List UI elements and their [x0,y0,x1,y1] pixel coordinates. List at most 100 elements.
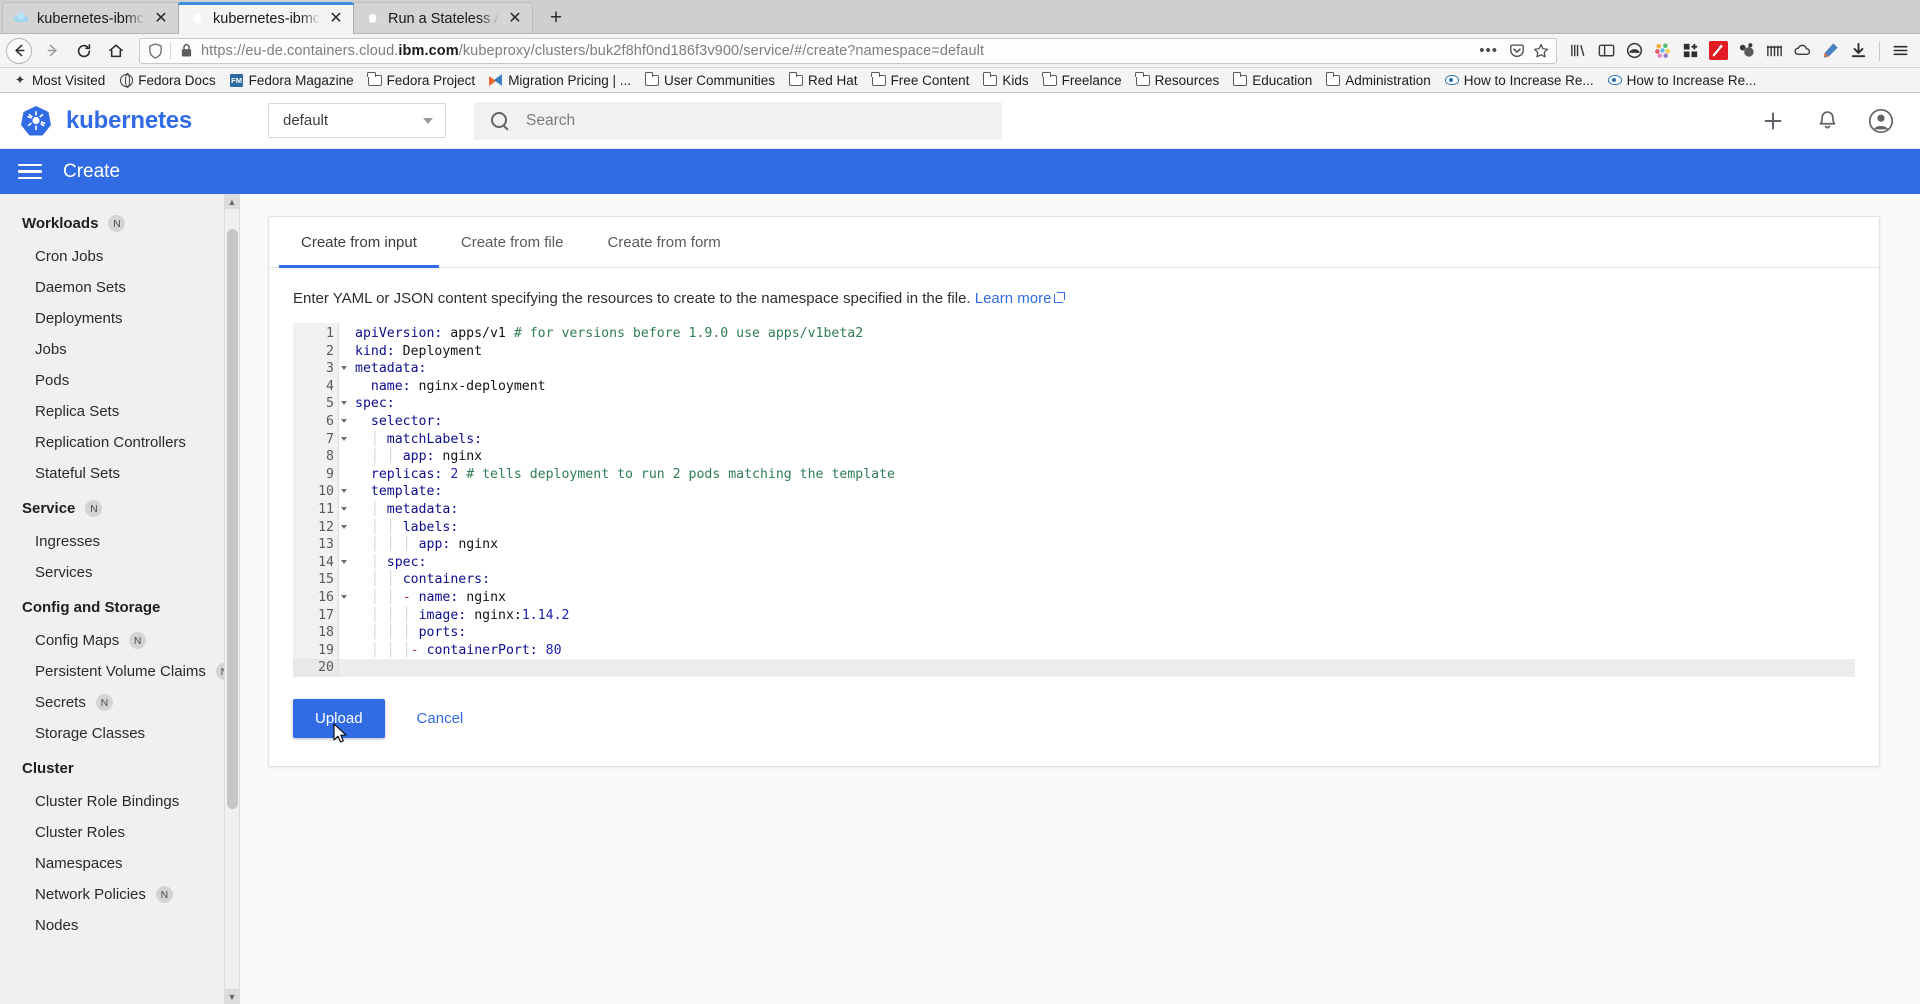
search-input[interactable]: Search [474,101,1002,140]
menu-toggle-icon[interactable] [18,163,42,180]
chevron-up-icon[interactable]: ▲ [224,194,239,209]
page-actions-button[interactable]: ••• [1475,42,1502,59]
sidebar-item-stateful-sets[interactable]: Stateful Sets [0,458,239,489]
sidebar-group-cluster[interactable]: Cluster [0,749,239,786]
bookmark-fedora-project[interactable]: Fedora Project [361,69,483,91]
sidebar-item-cluster-role-bindings[interactable]: Cluster Role Bindings [0,786,239,817]
bookmark-migration-pricing[interactable]: Migration Pricing | ... [482,69,638,91]
palette-icon[interactable] [1649,37,1676,64]
sidebar-item-replica-sets[interactable]: Replica Sets [0,396,239,427]
sidebar-item-deployments[interactable]: Deployments [0,303,239,334]
sidebar-item-config-maps[interactable]: Config Maps N [0,625,239,656]
bookmark-how-to-increase-2[interactable]: How to Increase Re... [1601,69,1764,91]
grid-plus-icon[interactable] [1677,37,1704,64]
nav-label: Cluster Role Bindings [35,793,180,810]
wand-icon[interactable] [1705,37,1732,64]
bookmark-kids[interactable]: Kids [976,69,1035,91]
bookmark-label: Fedora Project [386,72,476,88]
folder-icon [788,72,804,87]
sidebar-item-daemon-sets[interactable]: Daemon Sets [0,272,239,303]
sidebar-item-nodes[interactable]: Nodes [0,910,239,941]
sidebar-item-pods[interactable]: Pods [0,365,239,396]
sidebar-item-namespaces[interactable]: Namespaces [0,848,239,879]
close-icon[interactable]: ✕ [506,10,524,28]
eye-icon [1607,73,1622,87]
bookmark-label: How to Increase Re... [1463,72,1594,88]
code-line: name: nginx-deployment [370,378,546,394]
sidebar-item-services[interactable]: Services [0,557,239,588]
browser-tab-1[interactable]: kubernetes-ibmcloud - IB ✕ [2,2,179,34]
cloud-icon[interactable] [1789,37,1816,64]
sidebar-item-secrets[interactable]: Secrets N [0,687,239,718]
upload-button[interactable]: Upload [293,698,385,738]
comb-icon[interactable] [1761,37,1788,64]
cancel-button[interactable]: Cancel [411,709,470,728]
downloads-icon[interactable] [1845,37,1872,64]
browser-tab-3[interactable]: Run a Stateless Applicat ✕ [353,2,533,34]
home-button[interactable] [101,37,131,65]
bookmark-red-hat[interactable]: Red Hat [782,69,865,91]
notifications-bell-icon[interactable] [1814,108,1840,134]
hamburger-menu-icon[interactable] [1887,37,1914,64]
kubernetes-logo-icon [19,104,53,138]
sidebar-icon[interactable] [1593,37,1620,64]
nav-label: Deployments [35,310,123,327]
sidebar-scrollbar[interactable]: ▲ ▼ [224,194,239,1004]
bookmark-fedora-docs[interactable]: Fedora Docs [112,69,222,91]
forward-button[interactable] [37,37,67,65]
tab-create-from-file[interactable]: Create from file [439,217,586,268]
sidebar-item-replication-controllers[interactable]: Replication Controllers [0,427,239,458]
lock-icon[interactable] [177,42,195,60]
bookmark-education[interactable]: Education [1226,69,1319,91]
tab-create-from-input[interactable]: Create from input [279,217,439,268]
bookmark-free-content[interactable]: Free Content [865,69,977,91]
close-icon[interactable]: ✕ [152,10,170,28]
bookmark-user-communities[interactable]: User Communities [638,69,782,91]
brand-name: kubernetes [66,106,193,134]
sidebar-item-cron-jobs[interactable]: Cron Jobs [0,241,239,272]
reload-button[interactable] [69,37,99,65]
body-row: Workloads N Cron Jobs Daemon Sets Deploy… [0,194,1920,1004]
browser-tab-2[interactable]: kubernetes-ibmcloud - K ✕ [178,2,354,34]
bookmark-most-visited[interactable]: ✦ Most Visited [6,69,112,91]
account-avatar-icon[interactable] [1868,108,1894,134]
shield-icon[interactable] [146,42,164,60]
containers-icon[interactable] [1621,37,1648,64]
bookmark-resources[interactable]: Resources [1129,69,1227,91]
molecule-icon[interactable] [1733,37,1760,64]
sidebar-item-ingresses[interactable]: Ingresses [0,526,239,557]
add-icon[interactable] [1760,108,1786,134]
scrollbar-track[interactable] [224,209,239,989]
sidebar-item-persistent-volume-claims[interactable]: Persistent Volume Claims N [0,656,239,687]
sidebar-item-jobs[interactable]: Jobs [0,334,239,365]
library-icon[interactable] [1565,37,1592,64]
chevron-down-icon[interactable]: ▼ [224,989,239,1004]
bookmark-administration[interactable]: Administration [1319,69,1438,91]
yaml-editor[interactable]: 1 2 3 4 5 6 7 8 9 10 11 12 13 14 15 16 1… [293,323,1855,677]
sidebar-item-storage-classes[interactable]: Storage Classes [0,718,239,749]
editor-code[interactable]: apiVersion: apps/v1 # for versions befor… [339,323,1855,677]
tab-create-from-form[interactable]: Create from form [585,217,742,268]
back-button[interactable] [6,37,32,64]
highlighter-icon[interactable] [1817,37,1844,64]
address-bar[interactable]: https://eu-de.containers.cloud.ibm.com/k… [139,37,1557,64]
bookmark-label: How to Increase Re... [1626,72,1757,88]
bookmark-freelance[interactable]: Freelance [1036,69,1129,91]
namespace-selector[interactable]: default [268,103,446,138]
code-line [339,659,1855,677]
bookmark-fedora-magazine[interactable]: FM Fedora Magazine [223,69,361,91]
bookmark-how-to-increase-1[interactable]: How to Increase Re... [1438,69,1601,91]
learn-more-link[interactable]: Learn more [975,290,1066,307]
sidebar-group-service[interactable]: Service N [0,489,239,526]
new-tab-button[interactable]: + [541,3,571,33]
sidebar-group-config-and-storage[interactable]: Config and Storage [0,588,239,625]
line-number: 6 [293,413,347,431]
sidebar-group-workloads[interactable]: Workloads N [0,204,239,241]
close-icon[interactable]: ✕ [327,10,345,28]
star-icon[interactable] [1532,42,1550,60]
pocket-icon[interactable] [1508,42,1526,60]
scrollbar-thumb[interactable] [226,229,238,809]
sidebar-item-network-policies[interactable]: Network Policies N [0,879,239,910]
sidebar-item-cluster-roles[interactable]: Cluster Roles [0,817,239,848]
brand[interactable]: kubernetes [0,104,268,138]
